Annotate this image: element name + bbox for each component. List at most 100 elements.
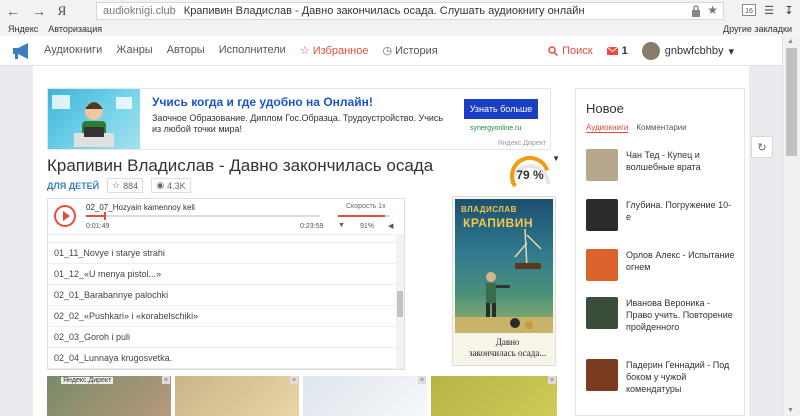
menu-audiobooks[interactable]: Аудиокниги [44,44,102,57]
cover-author-last: КРАПИВИН [463,216,533,230]
yandex-logo[interactable]: Я [52,3,72,19]
ad-title[interactable]: Учись когда и где удобно на Онлайн! [152,95,373,109]
volume-percent: 91% [360,223,375,230]
ad-learn-more-button[interactable]: Узнать больше [464,99,538,119]
ad-tile[interactable]: × [175,376,299,416]
other-bookmarks[interactable]: Другие закладки [723,24,792,34]
playlist-scrollbar[interactable] [396,235,404,369]
book-thumbnail[interactable] [586,249,618,281]
scroll-down-icon[interactable]: ▼ [787,407,794,414]
volume-high-icon[interactable]: ◀ [388,222,393,230]
page-scrollbar[interactable]: ▲ ▼ [782,36,800,416]
tab-comments[interactable]: Комментарии [636,123,686,133]
download-icon[interactable]: ↧ [782,3,796,17]
playlist-item[interactable]: 02_01_Barabannye palochki [48,285,404,306]
address-bar[interactable]: audioknigi.club Крапивин Владислав - Дав… [96,2,724,20]
menu-history[interactable]: ◷ История [382,44,437,57]
progress-bar[interactable] [86,212,320,220]
sidebar-item-label[interactable]: Падерин Геннадий - Под боком у чужой ком… [626,359,736,395]
sidebar-item[interactable]: Глубина. Погружение 10-е [586,199,736,231]
close-icon[interactable]: × [548,376,556,384]
speed-control[interactable]: Скорость 1x [346,203,386,210]
close-icon[interactable]: × [418,376,426,384]
tabs-counter-icon[interactable]: 16 [742,3,756,17]
avatar [641,42,660,60]
genre-link[interactable]: ДЛЯ ДЕТЕЙ [47,181,99,191]
playlist-item[interactable]: 02_03_Goroh i puli [48,327,404,348]
book-thumbnail[interactable] [586,199,618,231]
ad-tile[interactable]: × [431,376,557,416]
ad-source[interactable]: synergyonline.ru [470,125,521,132]
refresh-icon[interactable]: ↻ [751,136,773,158]
playlist-item[interactable]: 01_12_«U menya pistol...» [48,264,404,285]
play-button[interactable] [54,205,76,227]
sidebar-item[interactable]: Орлов Алекс - Испытание огнем [586,249,736,281]
messages-link[interactable]: 1 [606,45,628,57]
eye-icon: ◉ [156,180,165,190]
scroll-up-icon[interactable]: ▲ [787,38,794,45]
playlist-item[interactable]: 02_04_Lunnaya krugosvetka. [48,348,404,369]
book-thumbnail[interactable] [586,297,618,329]
menu-authors[interactable]: Авторы [167,44,205,57]
sidebar-item[interactable]: Иванова Вероника - Право учить. Повторен… [586,297,736,333]
menu-favorites[interactable]: ☆ Избранное [300,44,369,57]
username: gnbwfcbhby [664,45,724,57]
sidebar-item[interactable]: Чан Тед - Купец и волшебные врата [586,149,736,181]
sidebar-item-label[interactable]: Глубина. Погружение 10-е [626,199,736,231]
browser-toolbar: ← → Я audioknigi.club Крапивин Владислав… [0,0,800,22]
close-icon[interactable]: × [162,376,170,384]
volume-low-icon[interactable]: ▼ [338,222,345,229]
track-name: 02_07_Hozyain kamennoy keli [86,203,195,212]
bookmark-yandex[interactable]: Яндекс [8,24,38,34]
audio-player: 02_07_Hozyain kamennoy keli 0:01:49 0:23… [47,198,405,234]
ad-tile[interactable]: Яндекс.Директ × [47,376,171,416]
content-area: Учись когда и где удобно на Онлайн! Заоч… [33,66,749,416]
ad-text: Заочное Образование. Диплом Гос.Образца.… [152,113,444,135]
lock-icon [692,5,700,17]
back-icon[interactable]: ← [0,0,26,22]
book-thumbnail[interactable] [586,149,618,181]
sidebar-item-label[interactable]: Иванова Вероника - Право учить. Повторен… [626,297,736,333]
ad-banner[interactable]: Учись когда и где удобно на Онлайн! Заоч… [47,88,551,150]
bookmarks-bar: Яндекс Авторизация Другие закладки [0,22,800,36]
tabs-count: 16 [745,8,753,15]
chevron-down-icon: ▾ [728,45,734,58]
forward-icon[interactable]: → [26,0,52,22]
star-icon: ☆ [299,45,310,57]
progress-handle[interactable] [103,212,106,220]
ad-tile[interactable]: × [303,376,427,416]
bookmark-auth[interactable]: Авторизация [48,24,102,34]
playlist-scroll-thumb[interactable] [397,291,403,317]
sidebar-item-label[interactable]: Орлов Алекс - Испытание огнем [626,249,736,281]
menu-icon[interactable]: ☰ [762,3,776,17]
total-time: 0:23:59 [300,223,324,230]
menu-performers[interactable]: Исполнители [219,44,286,57]
book-thumbnail[interactable] [586,359,618,391]
envelope-icon [606,47,618,55]
sidebar-item[interactable]: Падерин Геннадий - Под боком у чужой ком… [586,359,736,395]
ad-direct-label: Яндекс.Директ [61,377,114,384]
book-title: Крапивин Владислав - Давно закончилась о… [47,156,434,175]
favorites-value: 884 [123,180,139,191]
volume-slider[interactable] [338,215,390,217]
site-header: Аудиокниги Жанры Авторы Исполнители ☆ Изб… [0,36,782,66]
playlist-item[interactable]: 01_11_Novye i starye strahi [48,243,404,264]
sidebar-item-label[interactable]: Чан Тед - Купец и волшебные врата [626,149,736,181]
menu-genres[interactable]: Жанры [116,44,153,57]
rating-gauge[interactable]: 79 % ▼ [506,154,560,188]
site-logo[interactable] [0,42,44,59]
ad-direct-label: Яндекс.Директ [497,140,546,147]
tab-audiobooks[interactable]: Аудиокниги [586,123,629,133]
user-menu[interactable]: gnbwfcbhby ▾ [641,42,734,60]
playlist-item[interactable]: 02_02_«Pushkari» i «korabelschiki» [48,306,404,327]
megaphone-icon [13,42,28,59]
playlist-top-edge [48,235,404,243]
search-link[interactable]: Поиск [548,45,593,57]
book-cover[interactable]: ВЛАДИСЛАВ КРАПИВИН Давно закончилась оса… [452,196,556,366]
bookmark-star-icon[interactable]: ★ [707,3,718,17]
views-count: ◉ 4.3K [151,178,191,193]
page-scroll-thumb[interactable] [786,48,797,156]
close-icon[interactable]: × [290,376,298,384]
caret-down-icon[interactable]: ▼ [552,154,560,163]
favorites-count[interactable]: ☆ 884 [107,178,144,193]
